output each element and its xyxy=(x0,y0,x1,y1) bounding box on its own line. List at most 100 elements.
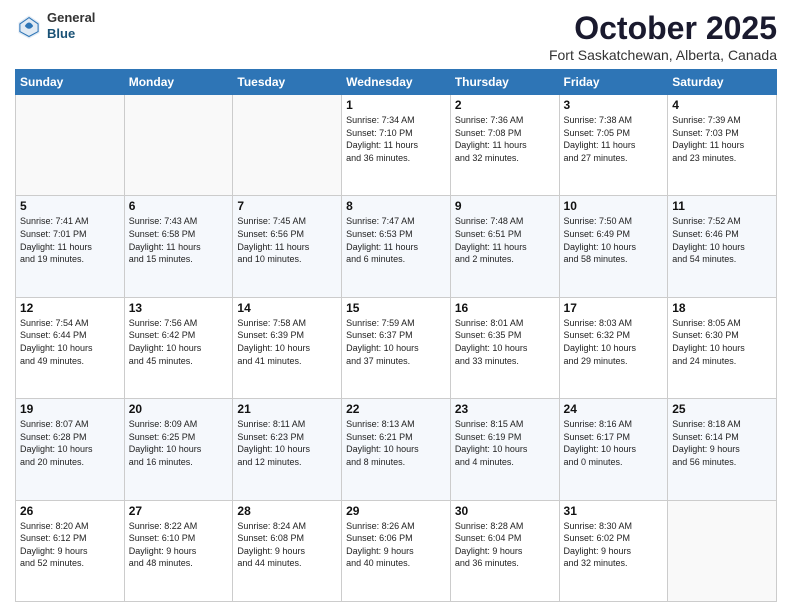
day-number: 26 xyxy=(20,504,120,518)
page: General Blue October 2025 Fort Saskatche… xyxy=(0,0,792,612)
cell-daylight-info: Sunrise: 7:52 AM Sunset: 6:46 PM Dayligh… xyxy=(672,215,772,265)
calendar-cell: 1 Sunrise: 7:34 AM Sunset: 7:10 PM Daylig… xyxy=(342,95,451,196)
calendar-cell: 23Sunrise: 8:15 AM Sunset: 6:19 PM Dayli… xyxy=(450,399,559,500)
day-number: 31 xyxy=(564,504,664,518)
calendar-cell: 2 Sunrise: 7:36 AM Sunset: 7:08 PM Daylig… xyxy=(450,95,559,196)
calendar-cell: 21 Sunrise: 8:11 AM Sunset: 6:23 PM Dayli… xyxy=(233,399,342,500)
day-number: 6 xyxy=(129,199,229,213)
logo: General Blue xyxy=(15,10,95,41)
cell-daylight-info: Sunrise: 8:30 AM Sunset: 6:02 PM Dayligh… xyxy=(564,520,664,570)
cell-daylight-info: Sunrise: 7:41 AM Sunset: 7:01 PM Dayligh… xyxy=(20,215,120,265)
day-number: 4 xyxy=(672,98,772,112)
day-number: 29 xyxy=(346,504,446,518)
cell-daylight-info: Sunrise: 7:43 AM Sunset: 6:58 PM Dayligh… xyxy=(129,215,229,265)
day-number: 10 xyxy=(564,199,664,213)
calendar-cell: 17 Sunrise: 8:03 AM Sunset: 6:32 PM Dayli… xyxy=(559,297,668,398)
calendar-cell xyxy=(124,95,233,196)
day-number: 15 xyxy=(346,301,446,315)
cell-daylight-info: Sunrise: 8:05 AM Sunset: 6:30 PM Dayligh… xyxy=(672,317,772,367)
col-monday: Monday xyxy=(124,70,233,95)
calendar-cell xyxy=(16,95,125,196)
day-number: 2 xyxy=(455,98,555,112)
calendar-cell: 9 Sunrise: 7:48 AM Sunset: 6:51 PM Daylig… xyxy=(450,196,559,297)
day-number: 21 xyxy=(237,402,337,416)
day-number: 24 xyxy=(564,402,664,416)
cell-daylight-info: Sunrise: 7:47 AM Sunset: 6:53 PM Dayligh… xyxy=(346,215,446,265)
calendar-header-row: Sunday Monday Tuesday Wednesday Thursday… xyxy=(16,70,777,95)
cell-daylight-info: Sunrise: 7:48 AM Sunset: 6:51 PM Dayligh… xyxy=(455,215,555,265)
day-number: 13 xyxy=(129,301,229,315)
day-number: 9 xyxy=(455,199,555,213)
calendar-cell: 3 Sunrise: 7:38 AM Sunset: 7:05 PM Daylig… xyxy=(559,95,668,196)
day-number: 12 xyxy=(20,301,120,315)
day-number: 11 xyxy=(672,199,772,213)
cell-daylight-info: Sunrise: 7:34 AM Sunset: 7:10 PM Dayligh… xyxy=(346,114,446,164)
calendar-cell: 25 Sunrise: 8:18 AM Sunset: 6:14 PM Dayli… xyxy=(668,399,777,500)
day-number: 28 xyxy=(237,504,337,518)
cell-daylight-info: Sunrise: 8:18 AM Sunset: 6:14 PM Dayligh… xyxy=(672,418,772,468)
col-thursday: Thursday xyxy=(450,70,559,95)
cell-daylight-info: Sunrise: 8:07 AM Sunset: 6:28 PM Dayligh… xyxy=(20,418,120,468)
calendar-cell: 8 Sunrise: 7:47 AM Sunset: 6:53 PM Daylig… xyxy=(342,196,451,297)
cell-daylight-info: Sunrise: 8:13 AM Sunset: 6:21 PM Dayligh… xyxy=(346,418,446,468)
day-number: 30 xyxy=(455,504,555,518)
day-number: 16 xyxy=(455,301,555,315)
col-saturday: Saturday xyxy=(668,70,777,95)
cell-daylight-info: Sunrise: 8:22 AM Sunset: 6:10 PM Dayligh… xyxy=(129,520,229,570)
cell-daylight-info: Sunrise: 7:39 AM Sunset: 7:03 PM Dayligh… xyxy=(672,114,772,164)
calendar-week-2: 5Sunrise: 7:41 AM Sunset: 7:01 PM Daylig… xyxy=(16,196,777,297)
logo-general: General xyxy=(47,10,95,25)
logo-blue: Blue xyxy=(47,26,75,41)
calendar-cell: 19 Sunrise: 8:07 AM Sunset: 6:28 PM Dayli… xyxy=(16,399,125,500)
cell-daylight-info: Sunrise: 7:56 AM Sunset: 6:42 PM Dayligh… xyxy=(129,317,229,367)
calendar-cell: 27 Sunrise: 8:22 AM Sunset: 6:10 PM Dayli… xyxy=(124,500,233,601)
day-number: 3 xyxy=(564,98,664,112)
calendar-cell: 26 Sunrise: 8:20 AM Sunset: 6:12 PM Dayli… xyxy=(16,500,125,601)
calendar-table: Sunday Monday Tuesday Wednesday Thursday… xyxy=(15,69,777,602)
cell-daylight-info: Sunrise: 8:26 AM Sunset: 6:06 PM Dayligh… xyxy=(346,520,446,570)
cell-daylight-info: Sunrise: 7:38 AM Sunset: 7:05 PM Dayligh… xyxy=(564,114,664,164)
cell-daylight-info: Sunrise: 7:54 AM Sunset: 6:44 PM Dayligh… xyxy=(20,317,120,367)
cell-daylight-info: Sunrise: 8:28 AM Sunset: 6:04 PM Dayligh… xyxy=(455,520,555,570)
day-number: 20 xyxy=(129,402,229,416)
calendar-cell: 4 Sunrise: 7:39 AM Sunset: 7:03 PM Daylig… xyxy=(668,95,777,196)
day-number: 23 xyxy=(455,402,555,416)
calendar-week-4: 19 Sunrise: 8:07 AM Sunset: 6:28 PM Dayli… xyxy=(16,399,777,500)
day-number: 14 xyxy=(237,301,337,315)
cell-daylight-info: Sunrise: 8:20 AM Sunset: 6:12 PM Dayligh… xyxy=(20,520,120,570)
cell-daylight-info: Sunrise: 8:09 AM Sunset: 6:25 PM Dayligh… xyxy=(129,418,229,468)
col-wednesday: Wednesday xyxy=(342,70,451,95)
calendar-cell: 20 Sunrise: 8:09 AM Sunset: 6:25 PM Dayli… xyxy=(124,399,233,500)
cell-daylight-info: Sunrise: 7:59 AM Sunset: 6:37 PM Dayligh… xyxy=(346,317,446,367)
calendar-cell: 10Sunrise: 7:50 AM Sunset: 6:49 PM Dayli… xyxy=(559,196,668,297)
header: General Blue October 2025 Fort Saskatche… xyxy=(15,10,777,63)
day-number: 7 xyxy=(237,199,337,213)
calendar-cell: 29 Sunrise: 8:26 AM Sunset: 6:06 PM Dayli… xyxy=(342,500,451,601)
calendar-cell: 30 Sunrise: 8:28 AM Sunset: 6:04 PM Dayli… xyxy=(450,500,559,601)
cell-daylight-info: Sunrise: 8:11 AM Sunset: 6:23 PM Dayligh… xyxy=(237,418,337,468)
day-number: 8 xyxy=(346,199,446,213)
day-number: 25 xyxy=(672,402,772,416)
title-block: October 2025 Fort Saskatchewan, Alberta,… xyxy=(549,10,777,63)
calendar-cell: 18Sunrise: 8:05 AM Sunset: 6:30 PM Dayli… xyxy=(668,297,777,398)
location: Fort Saskatchewan, Alberta, Canada xyxy=(549,47,777,63)
cell-daylight-info: Sunrise: 8:24 AM Sunset: 6:08 PM Dayligh… xyxy=(237,520,337,570)
month-title: October 2025 xyxy=(549,10,777,47)
day-number: 1 xyxy=(346,98,446,112)
calendar-cell: 31 Sunrise: 8:30 AM Sunset: 6:02 PM Dayli… xyxy=(559,500,668,601)
calendar-week-3: 12 Sunrise: 7:54 AM Sunset: 6:44 PM Dayli… xyxy=(16,297,777,398)
calendar-cell xyxy=(668,500,777,601)
calendar-week-1: 1 Sunrise: 7:34 AM Sunset: 7:10 PM Daylig… xyxy=(16,95,777,196)
calendar-week-5: 26 Sunrise: 8:20 AM Sunset: 6:12 PM Dayli… xyxy=(16,500,777,601)
cell-daylight-info: Sunrise: 8:03 AM Sunset: 6:32 PM Dayligh… xyxy=(564,317,664,367)
calendar-cell: 16Sunrise: 8:01 AM Sunset: 6:35 PM Dayli… xyxy=(450,297,559,398)
day-number: 27 xyxy=(129,504,229,518)
cell-daylight-info: Sunrise: 7:58 AM Sunset: 6:39 PM Dayligh… xyxy=(237,317,337,367)
calendar-cell: 7Sunrise: 7:45 AM Sunset: 6:56 PM Daylig… xyxy=(233,196,342,297)
col-friday: Friday xyxy=(559,70,668,95)
logo-icon xyxy=(15,12,43,40)
calendar-cell: 13 Sunrise: 7:56 AM Sunset: 6:42 PM Dayli… xyxy=(124,297,233,398)
day-number: 19 xyxy=(20,402,120,416)
day-number: 17 xyxy=(564,301,664,315)
cell-daylight-info: Sunrise: 7:36 AM Sunset: 7:08 PM Dayligh… xyxy=(455,114,555,164)
